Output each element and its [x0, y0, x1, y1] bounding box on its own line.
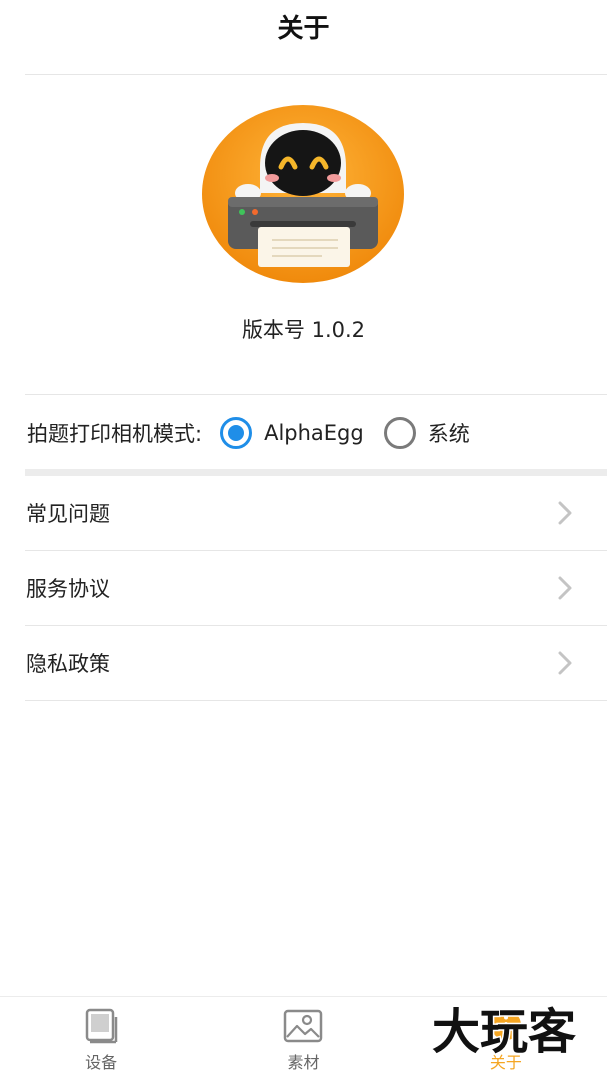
- radio-system[interactable]: [383, 417, 416, 449]
- menu-item-label: 常见问题: [26, 502, 110, 526]
- about-screen: 关于 版本号 1.0.2 拍题打印相机模式: AlphaEgg 系统 常见问题 …: [0, 0, 607, 1080]
- tab-device[interactable]: 设备: [0, 997, 202, 1080]
- tab-label: 关于: [489, 1053, 522, 1072]
- header: 关于: [0, 0, 607, 74]
- radio-selected-dot: [228, 425, 245, 441]
- tab-materials[interactable]: 素材: [202, 997, 404, 1080]
- version-text: 版本号 1.0.2: [241, 318, 366, 342]
- radio-alphaegg-label[interactable]: AlphaEgg: [264, 421, 364, 445]
- chevron-right-icon: [558, 501, 572, 525]
- page-title: 关于: [277, 13, 330, 44]
- about-icon: [490, 1010, 521, 1040]
- menu-item-faq[interactable]: 常见问题: [25, 476, 607, 551]
- divider: [25, 394, 607, 395]
- section-divider: [25, 469, 607, 476]
- radio-system-label[interactable]: 系统: [428, 418, 470, 448]
- chevron-right-icon: [558, 651, 572, 675]
- settings-menu: 常见问题 服务协议 隐私政策: [0, 476, 607, 701]
- header-divider: [25, 74, 607, 75]
- image-icon: [284, 1009, 323, 1043]
- chevron-right-icon: [558, 576, 572, 600]
- tab-label: 设备: [85, 1053, 118, 1072]
- tab-label: 素材: [287, 1053, 320, 1072]
- radio-alphaegg[interactable]: [220, 417, 253, 449]
- camera-mode-label: 拍题打印相机模式:: [27, 422, 203, 446]
- menu-item-label: 服务协议: [26, 577, 110, 601]
- menu-item-label: 隐私政策: [26, 652, 110, 676]
- bottom-tab-bar: 设备 素材 关于: [0, 996, 607, 1080]
- menu-item-privacy-policy[interactable]: 隐私政策: [25, 626, 607, 701]
- device-icon: [85, 1008, 118, 1044]
- camera-mode-row: 拍题打印相机模式: AlphaEgg 系统: [27, 410, 607, 456]
- app-logo: [202, 105, 404, 283]
- menu-item-service-agreement[interactable]: 服务协议: [25, 551, 607, 626]
- tab-about[interactable]: 关于: [405, 997, 607, 1080]
